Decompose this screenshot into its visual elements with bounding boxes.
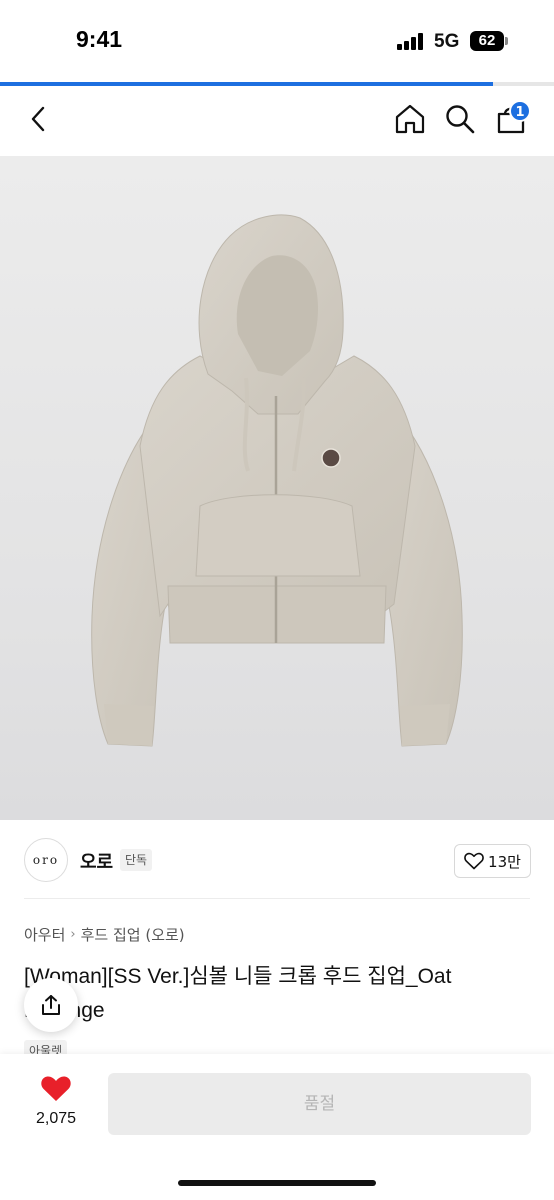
heart-filled-icon [41, 1076, 71, 1101]
battery-nub [505, 37, 508, 45]
hoodie-illustration [91, 214, 463, 747]
exclusive-badge: 단독 [120, 849, 153, 871]
product-title: [Woman][SS Ver.]심볼 니들 크롭 후드 집업_Oat Melan… [24, 965, 452, 1022]
breadcrumb-item[interactable]: 후드 집업 (오로) [81, 924, 185, 945]
wishlist-count: 2,075 [35, 1110, 77, 1127]
search-icon[interactable] [443, 102, 477, 136]
brand-name[interactable]: 오로 [80, 848, 113, 874]
brand-logo[interactable]: oro [24, 838, 68, 882]
status-time: 9:41 [76, 26, 123, 52]
battery-icon: 62 [470, 31, 504, 51]
breadcrumb-item[interactable]: 아우터 [24, 924, 65, 945]
share-icon [42, 995, 60, 1015]
bottom-action-bar: 2,075 품절 [0, 1054, 554, 1200]
top-nav [0, 86, 554, 156]
brand-like-count: 13만 [488, 852, 521, 871]
back-icon[interactable] [22, 102, 56, 136]
network-type: 5G [434, 31, 460, 52]
status-bar: 9:41 5G 62 [0, 0, 554, 82]
home-icon[interactable] [393, 102, 427, 136]
sold-out-button[interactable]: 품절 [108, 1073, 531, 1135]
brand-like-button[interactable]: 13만 [454, 844, 531, 878]
brand-row[interactable]: oro 오로 단독 13만 [0, 820, 554, 900]
heart-outline-icon [464, 852, 484, 870]
signal-icon [397, 33, 427, 50]
divider [24, 898, 530, 899]
share-button[interactable] [24, 978, 78, 1032]
cart-count-badge: 1 [509, 100, 531, 122]
wishlist-button[interactable]: 2,075 [28, 1074, 84, 1128]
chevron-right-icon: › [70, 927, 76, 942]
home-indicator [178, 1180, 376, 1186]
breadcrumb: 아우터 › 후드 집업 (오로) [24, 924, 185, 945]
product-image[interactable] [0, 156, 554, 820]
